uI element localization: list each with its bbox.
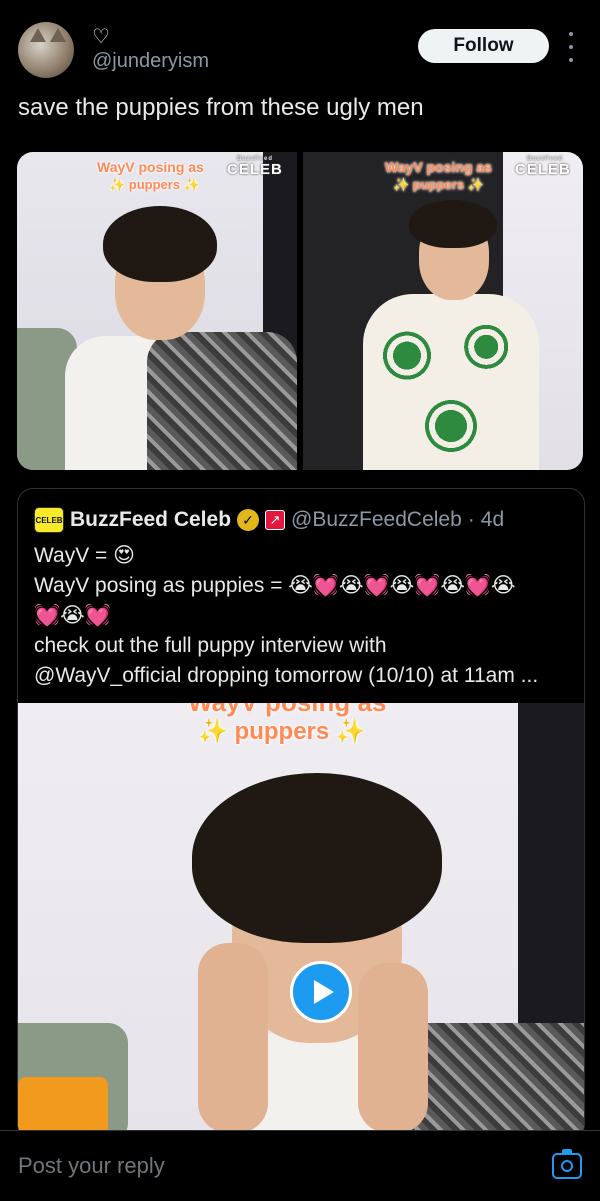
person-hair xyxy=(192,773,442,943)
quoted-time: 4d xyxy=(480,508,505,531)
quoted-avatar[interactable]: CELEB xyxy=(34,507,64,533)
reply-bar: Post your reply xyxy=(0,1130,600,1201)
quoted-post[interactable]: CELEB BuzzFeed Celeb ✓ ↗ @BuzzFeedCeleb … xyxy=(17,488,585,1140)
post-header: ♡ @junderyism Follow xyxy=(0,10,600,90)
heart-outline-icon[interactable]: ♡ xyxy=(92,24,110,49)
play-button-icon[interactable] xyxy=(290,961,352,1023)
media-caption: ✨ puppers ✨ xyxy=(109,177,200,192)
user-handle[interactable]: @junderyism xyxy=(92,50,209,73)
media-caption: WayV posing as xyxy=(97,159,204,175)
brand-label: CELEB xyxy=(227,161,283,178)
reply-input[interactable]: Post your reply xyxy=(18,1153,165,1179)
quoted-text-line: WayV = 😍 xyxy=(34,544,136,567)
quoted-text: WayV = 😍 WayV posing as puppies = 😭💓😭💓😭💓… xyxy=(34,541,574,691)
person-paisley-shirt xyxy=(147,332,297,470)
separator: · xyxy=(467,508,475,531)
video-caption: ✨ puppers ✨ xyxy=(198,718,366,745)
quoted-display-name[interactable]: BuzzFeed Celeb xyxy=(70,508,231,532)
hand-left xyxy=(198,943,268,1133)
quoted-text-line: @WayV_official dropping tomorrow (10/10)… xyxy=(34,664,539,687)
person-green-shirt xyxy=(363,294,539,470)
verified-badge-icon: ✓ xyxy=(237,509,260,531)
affiliate-badge-icon: ↗ xyxy=(265,510,286,530)
quoted-text-line: check out the full puppy interview with xyxy=(34,634,387,657)
more-options-icon[interactable] xyxy=(564,32,578,62)
quoted-text-line: WayV posing as puppies = 😭💓😭💓😭💓😭💓😭 xyxy=(34,574,516,597)
quoted-handle[interactable]: @BuzzFeedCeleb xyxy=(291,508,462,532)
person-hair xyxy=(103,206,217,282)
post-text: save the puppies from these ugly men xyxy=(18,94,424,121)
video-caption-top: WayV posing as xyxy=(188,703,386,716)
top-border xyxy=(0,0,600,4)
quoted-post-header: CELEB BuzzFeed Celeb ✓ ↗ @BuzzFeedCeleb … xyxy=(34,505,504,535)
hand-right xyxy=(358,963,428,1133)
quoted-text-line: 💓😭💓 xyxy=(34,604,111,627)
camera-icon[interactable] xyxy=(552,1149,582,1179)
avatar-ear xyxy=(30,28,46,42)
media-caption: ✨ puppers ✨ xyxy=(393,177,484,192)
avatar-ear xyxy=(50,28,66,42)
media-photo-right[interactable]: WayV posing as ✨ puppers ✨ BuzzFeed CELE… xyxy=(303,152,583,470)
person-hair xyxy=(409,200,497,248)
media-photo-left[interactable]: WayV posing as ✨ puppers ✨ BuzzFeed CELE… xyxy=(17,152,297,470)
quoted-video[interactable]: WayV posing as ✨ puppers ✨ xyxy=(18,703,584,1139)
camera-lens xyxy=(561,1160,573,1172)
avatar[interactable] xyxy=(18,22,74,78)
media-caption: WayV posing as xyxy=(385,159,492,175)
post-media-grid: WayV posing as ✨ puppers ✨ BuzzFeed CELE… xyxy=(17,152,583,470)
brand-label: CELEB xyxy=(515,161,571,178)
follow-button[interactable]: Follow xyxy=(418,29,549,63)
camera-bump xyxy=(562,1149,572,1153)
